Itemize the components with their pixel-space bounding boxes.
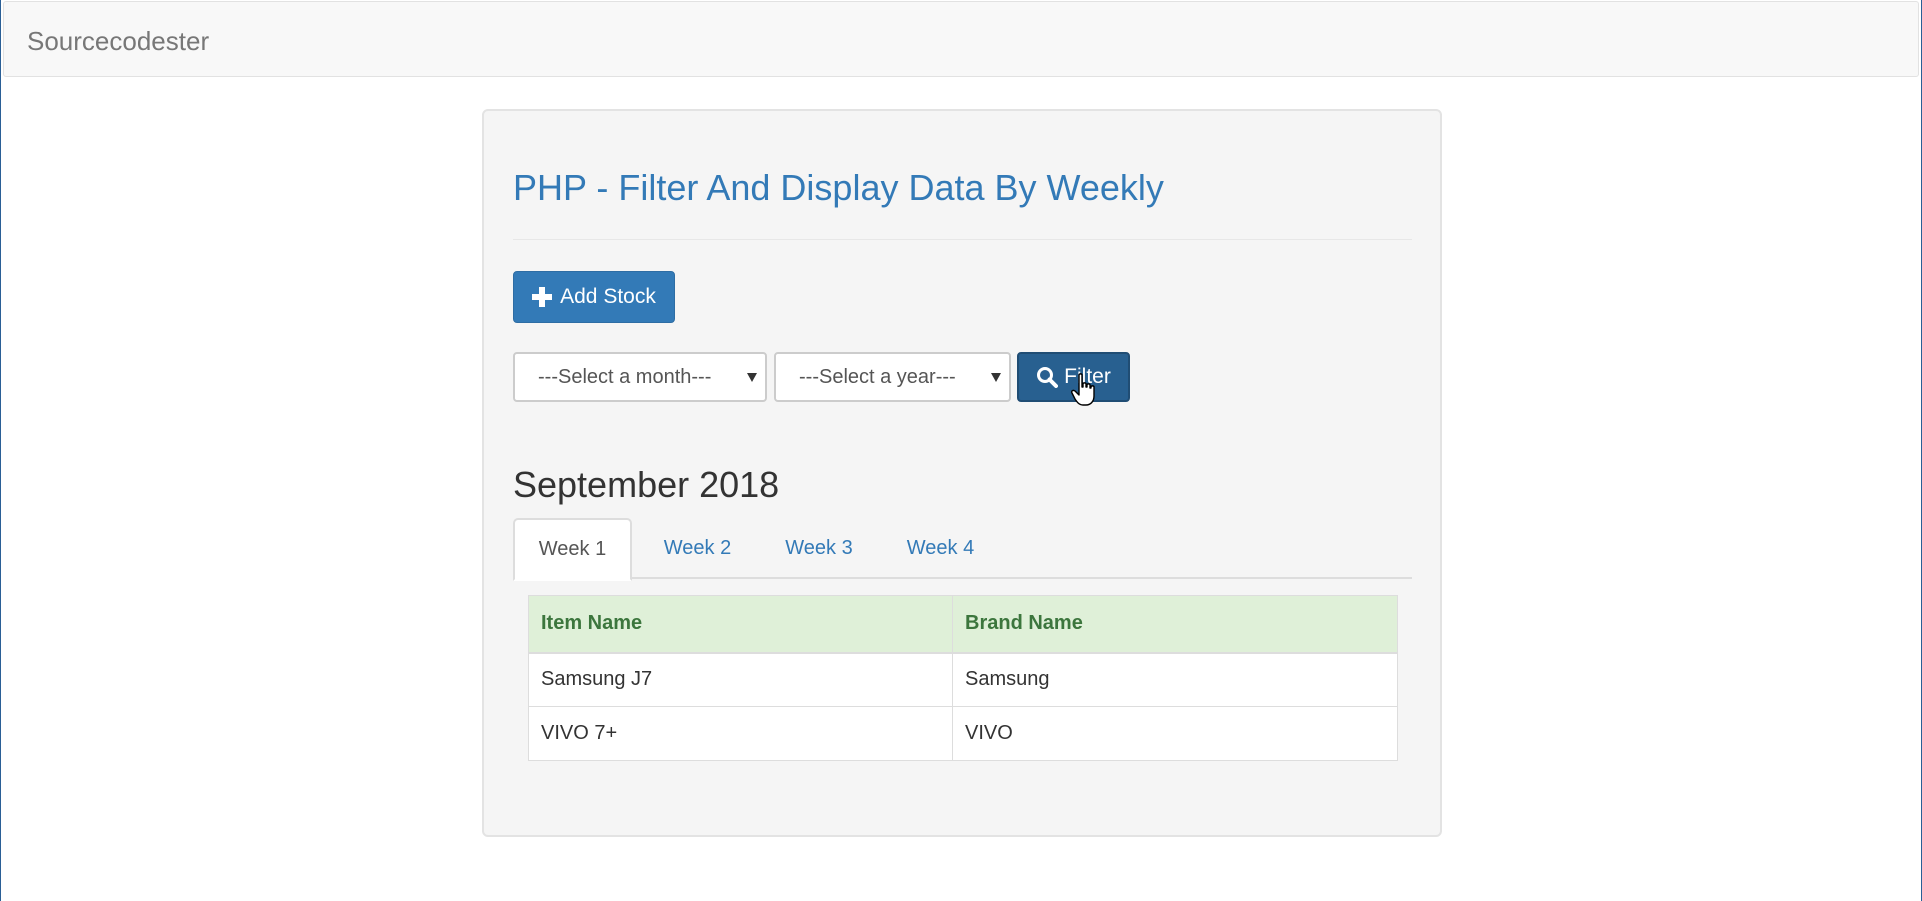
tab-week-3[interactable]: Week 3 — [762, 518, 876, 579]
top-navbar: Sourcecodester — [3, 1, 1919, 77]
main-panel: PHP - Filter And Display Data By Weekly … — [482, 109, 1442, 837]
year-dropdown-arrow-icon — [991, 373, 1001, 382]
filter-button[interactable]: Filter — [1017, 352, 1130, 402]
week-tabs: Week 1 Week 2 Week 3 Week 4 — [513, 518, 1412, 581]
year-select-value: ---Select a year--- — [799, 365, 956, 388]
brand-link[interactable]: Sourcecodester — [27, 26, 209, 57]
page-title: PHP - Filter And Display Data By Weekly — [513, 167, 1164, 208]
add-stock-button[interactable]: Add Stock — [513, 271, 675, 323]
tab-week-2[interactable]: Week 2 — [640, 518, 755, 579]
title-divider — [513, 239, 1412, 240]
table-row: VIVO 7+ VIVO — [528, 706, 1398, 761]
month-dropdown-arrow-icon — [747, 373, 757, 382]
tab-week-4[interactable]: Week 4 — [883, 518, 998, 579]
year-select[interactable]: ---Select a year--- — [774, 352, 1011, 402]
period-heading: September 2018 — [513, 464, 780, 505]
month-select-value: ---Select a month--- — [538, 365, 712, 388]
add-stock-label: Add Stock — [560, 285, 656, 308]
table-header-row: Item Name Brand Name — [528, 595, 1398, 654]
tab-week-1[interactable]: Week 1 — [513, 518, 632, 581]
item-name-cell: Samsung J7 — [528, 652, 953, 707]
month-select[interactable]: ---Select a month--- — [513, 352, 767, 402]
item-name-cell: VIVO 7+ — [528, 706, 953, 761]
column-header-brand-name: Brand Name — [952, 595, 1398, 654]
filter-label: Filter — [1064, 365, 1111, 388]
plus-icon — [532, 287, 553, 307]
stock-table: Item Name Brand Name Samsung J7 Samsung … — [528, 595, 1398, 761]
search-icon — [1036, 366, 1059, 388]
brand-name-cell: Samsung — [952, 652, 1398, 707]
column-header-item-name: Item Name — [528, 595, 953, 654]
table-row: Samsung J7 Samsung — [528, 652, 1398, 707]
brand-name-cell: VIVO — [952, 706, 1398, 761]
